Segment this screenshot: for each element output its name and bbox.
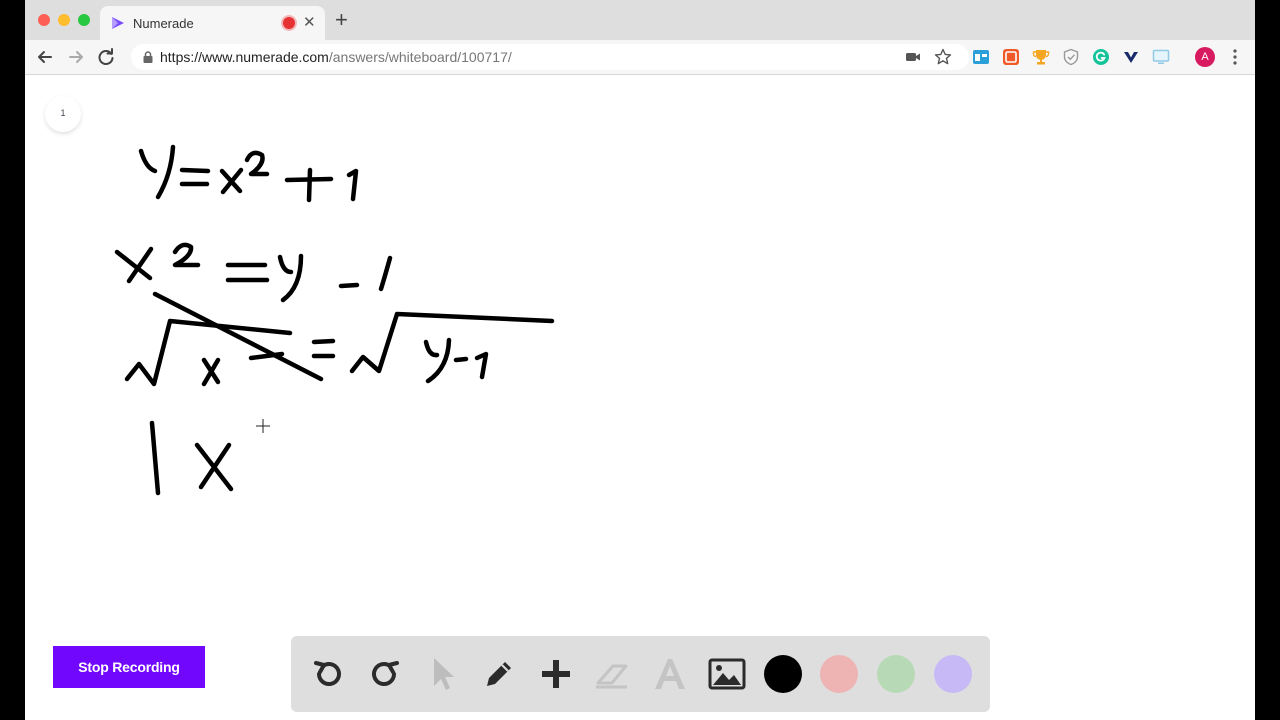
numerade-logo-icon [112, 17, 124, 29]
browser-window: Numerade ✕ + https://www.numerade.com/an… [25, 0, 1255, 720]
new-tab-button[interactable]: + [335, 9, 348, 31]
color-swatch-pink[interactable] [820, 655, 858, 693]
browser-toolbar: https://www.numerade.com/answers/whitebo… [25, 40, 1255, 75]
cursor-icon[interactable] [422, 654, 462, 694]
pencil-icon[interactable] [479, 654, 519, 694]
plus-icon[interactable] [536, 654, 576, 694]
redo-icon[interactable] [365, 654, 405, 694]
back-arrow-icon[interactable] [34, 46, 56, 68]
color-swatch-green[interactable] [877, 655, 915, 693]
grammarly-icon[interactable] [1092, 48, 1110, 66]
shield-icon[interactable] [1062, 48, 1080, 66]
url-host: https://www.numerade.com [160, 49, 329, 65]
undo-icon[interactable] [308, 654, 348, 694]
tab-close-icon[interactable]: ✕ [303, 13, 316, 31]
url-path: /answers/whiteboard/100717/ [328, 49, 512, 65]
eraser-icon[interactable] [593, 654, 633, 694]
browser-tab[interactable]: Numerade ✕ [100, 6, 325, 40]
tool-palette [291, 636, 990, 712]
maximize-window-button[interactable] [78, 14, 90, 26]
forward-arrow-icon[interactable] [65, 46, 87, 68]
profile-avatar[interactable]: A [1195, 47, 1215, 67]
cast-screen-icon[interactable] [1152, 48, 1170, 66]
vimeo-v-icon[interactable] [1122, 48, 1140, 66]
crosshair-cursor-icon [256, 419, 270, 433]
trophy-icon[interactable] [1032, 48, 1050, 66]
reload-icon[interactable] [95, 46, 117, 68]
bookmark-star-icon[interactable] [933, 47, 953, 67]
recording-indicator-icon [283, 17, 295, 29]
tab-title: Numerade [133, 16, 194, 31]
color-swatch-black[interactable] [764, 655, 802, 693]
stop-recording-button[interactable]: Stop Recording [53, 646, 205, 688]
extension-box-icon[interactable] [1002, 48, 1020, 66]
handwritten-math [114, 144, 555, 496]
whiteboard-canvas[interactable] [25, 75, 1255, 635]
camera-icon[interactable] [903, 47, 923, 67]
color-swatch-purple[interactable] [934, 655, 972, 693]
url-text: https://www.numerade.com/answers/whitebo… [160, 49, 512, 65]
title-bar: Numerade ✕ + [25, 0, 1255, 40]
lock-icon [143, 51, 153, 63]
more-menu-icon[interactable] [1229, 48, 1241, 66]
address-bar[interactable]: https://www.numerade.com/answers/whitebo… [131, 44, 969, 70]
image-icon[interactable] [707, 654, 747, 694]
minimize-window-button[interactable] [58, 14, 70, 26]
text-icon[interactable] [650, 654, 690, 694]
close-window-button[interactable] [38, 14, 50, 26]
extension-window-icon[interactable] [972, 48, 990, 66]
